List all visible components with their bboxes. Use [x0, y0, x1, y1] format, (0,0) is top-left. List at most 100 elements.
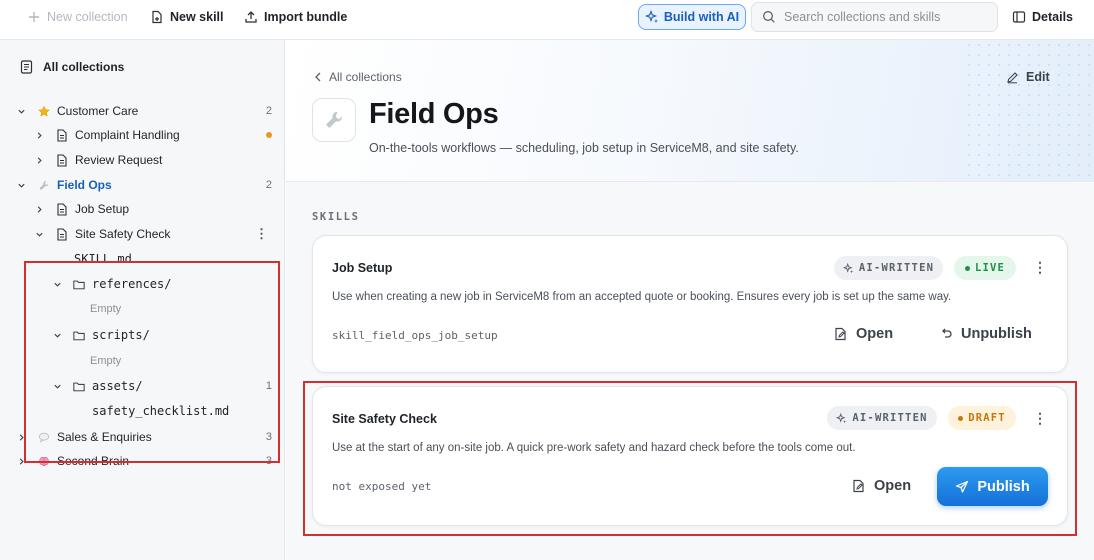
status-dot — [958, 415, 964, 421]
ai-written-badge: AI-WRITTEN — [827, 406, 937, 430]
tree-item-label: Site Safety Check — [75, 227, 171, 241]
tree-item-label: Review Request — [75, 153, 163, 167]
chevron-down-icon[interactable] — [16, 106, 26, 116]
chevron-down-icon[interactable] — [52, 381, 62, 391]
back-link[interactable]: All collections — [314, 70, 402, 84]
tree-item-site-safety-check[interactable]: Site Safety Check ⋮ — [0, 222, 285, 246]
chevron-left-icon — [315, 72, 321, 82]
file-icon — [55, 227, 69, 241]
tree-item-references-folder[interactable]: references/ — [0, 272, 285, 296]
more-options-icon[interactable]: ⋮ — [1033, 259, 1047, 276]
edit-label: Edit — [1026, 70, 1050, 84]
folder-name: assets/ — [92, 379, 143, 393]
publish-label: Publish — [977, 478, 1030, 495]
skill-card-job-setup[interactable]: Job Setup AI-WRITTEN LIVE ⋮ Use when cre… — [312, 235, 1068, 373]
status-label: DRAFT — [968, 412, 1006, 424]
tree-item-review-request[interactable]: Review Request — [0, 148, 285, 172]
tree-item-sales-enquiries[interactable]: Sales & Enquiries 3 — [0, 425, 285, 449]
tree-item-label: Complaint Handling — [75, 128, 180, 142]
chevron-right-icon[interactable] — [34, 204, 44, 214]
chevron-right-icon[interactable] — [34, 155, 44, 165]
import-bundle-label: Import bundle — [264, 10, 348, 24]
sparkle-icon — [836, 412, 847, 423]
page-subtitle: On-the-tools workflows — scheduling, job… — [369, 141, 799, 155]
search-input[interactable] — [784, 10, 984, 24]
skills-section-label: SKILLS — [312, 211, 360, 223]
tree-item-customer-care[interactable]: Customer Care 2 — [0, 99, 285, 123]
tree-item-assets-folder[interactable]: assets/ 1 — [0, 374, 285, 398]
chevron-right-icon[interactable] — [16, 432, 26, 442]
edit-document-icon — [853, 479, 864, 493]
chevron-right-icon[interactable] — [16, 456, 26, 466]
chevron-down-icon[interactable] — [34, 229, 44, 239]
unpublish-label: Unpublish — [961, 326, 1032, 342]
sparkle-icon — [842, 262, 854, 273]
all-collections-link[interactable]: All collections — [20, 60, 124, 74]
tree-item-second-brain[interactable]: Second Brain 3 — [0, 449, 285, 473]
skill-identifier: skill_field_ops_job_setup — [332, 329, 498, 342]
file-icon — [55, 153, 69, 167]
main-panel: All collections Edit Field Ops On-the-to… — [286, 40, 1094, 560]
tree-item-safety-checklist[interactable]: safety_checklist.md — [0, 399, 285, 423]
empty-label: Empty — [90, 303, 122, 315]
item-count: 2 — [265, 179, 272, 191]
undo-icon — [942, 328, 952, 338]
panel-icon — [1012, 11, 1026, 23]
chevron-down-icon[interactable] — [16, 180, 26, 190]
skill-card-site-safety-check[interactable]: Site Safety Check AI-WRITTEN DRAFT ⋮ Use… — [312, 386, 1068, 526]
tree-item-label: Second Brain — [57, 454, 130, 468]
details-button[interactable]: Details — [1012, 0, 1073, 34]
file-icon — [55, 202, 69, 216]
open-button[interactable]: Open — [834, 326, 893, 342]
build-with-ai-button[interactable]: Build with AI — [638, 4, 746, 30]
more-options-icon[interactable]: ⋮ — [255, 226, 268, 242]
ai-written-badge: AI-WRITTEN — [834, 256, 943, 280]
skill-identifier: not exposed yet — [332, 480, 432, 493]
chevron-right-icon[interactable] — [34, 130, 44, 140]
search-box — [751, 2, 998, 32]
edit-button[interactable]: Edit — [1006, 70, 1050, 84]
build-with-ai-label: Build with AI — [663, 10, 740, 24]
open-button[interactable]: Open — [852, 478, 911, 494]
file-name: safety_checklist.md — [92, 404, 230, 418]
collection-icon-tile — [312, 98, 356, 142]
chevron-down-icon[interactable] — [52, 330, 62, 340]
unpublish-button[interactable]: Unpublish — [939, 326, 1032, 342]
page-title: Field Ops — [369, 98, 499, 130]
edit-document-icon — [835, 327, 846, 341]
empty-label: Empty — [90, 355, 122, 367]
all-collections-label: All collections — [43, 60, 125, 74]
skill-title: Site Safety Check — [332, 412, 437, 426]
more-options-icon[interactable]: ⋮ — [1033, 410, 1047, 427]
chevron-down-icon[interactable] — [52, 279, 62, 289]
badge-label: AI-WRITTEN — [858, 262, 935, 274]
tree-item-complaint-handling[interactable]: Complaint Handling — [0, 123, 285, 147]
back-label: All collections — [329, 70, 402, 84]
file-name: SKILL.md — [74, 252, 132, 266]
skill-description: Use at the start of any on-site job. A q… — [332, 442, 856, 454]
folder-name: references/ — [92, 277, 172, 291]
document-icon — [20, 60, 33, 74]
tree-item-field-ops[interactable]: Field Ops 2 — [0, 173, 285, 197]
folder-icon — [72, 379, 86, 393]
item-count: 3 — [265, 431, 272, 443]
wrench-icon — [37, 178, 51, 192]
new-skill-button[interactable]: New skill — [150, 0, 224, 34]
open-label: Open — [856, 326, 894, 342]
star-icon — [37, 104, 51, 118]
tree-item-scripts-folder[interactable]: scripts/ — [0, 323, 285, 347]
tree-item-label: Job Setup — [75, 202, 130, 216]
sidebar: All collections Customer Care 2 Complain… — [0, 40, 285, 560]
badge-label: AI-WRITTEN — [852, 412, 928, 424]
tree-item-skill-md[interactable]: SKILL.md — [0, 247, 285, 271]
open-label: Open — [874, 478, 912, 494]
tree-item-job-setup[interactable]: Job Setup — [0, 197, 285, 221]
new-file-icon — [152, 10, 162, 24]
tree-item-label: Customer Care — [57, 104, 139, 118]
import-bundle-button[interactable]: Import bundle — [244, 0, 347, 34]
status-badge: LIVE — [954, 256, 1016, 280]
publish-button[interactable]: Publish — [937, 467, 1048, 506]
file-icon — [55, 128, 69, 142]
status-label: LIVE — [974, 262, 1006, 274]
new-collection-button[interactable]: New collection — [27, 0, 128, 34]
